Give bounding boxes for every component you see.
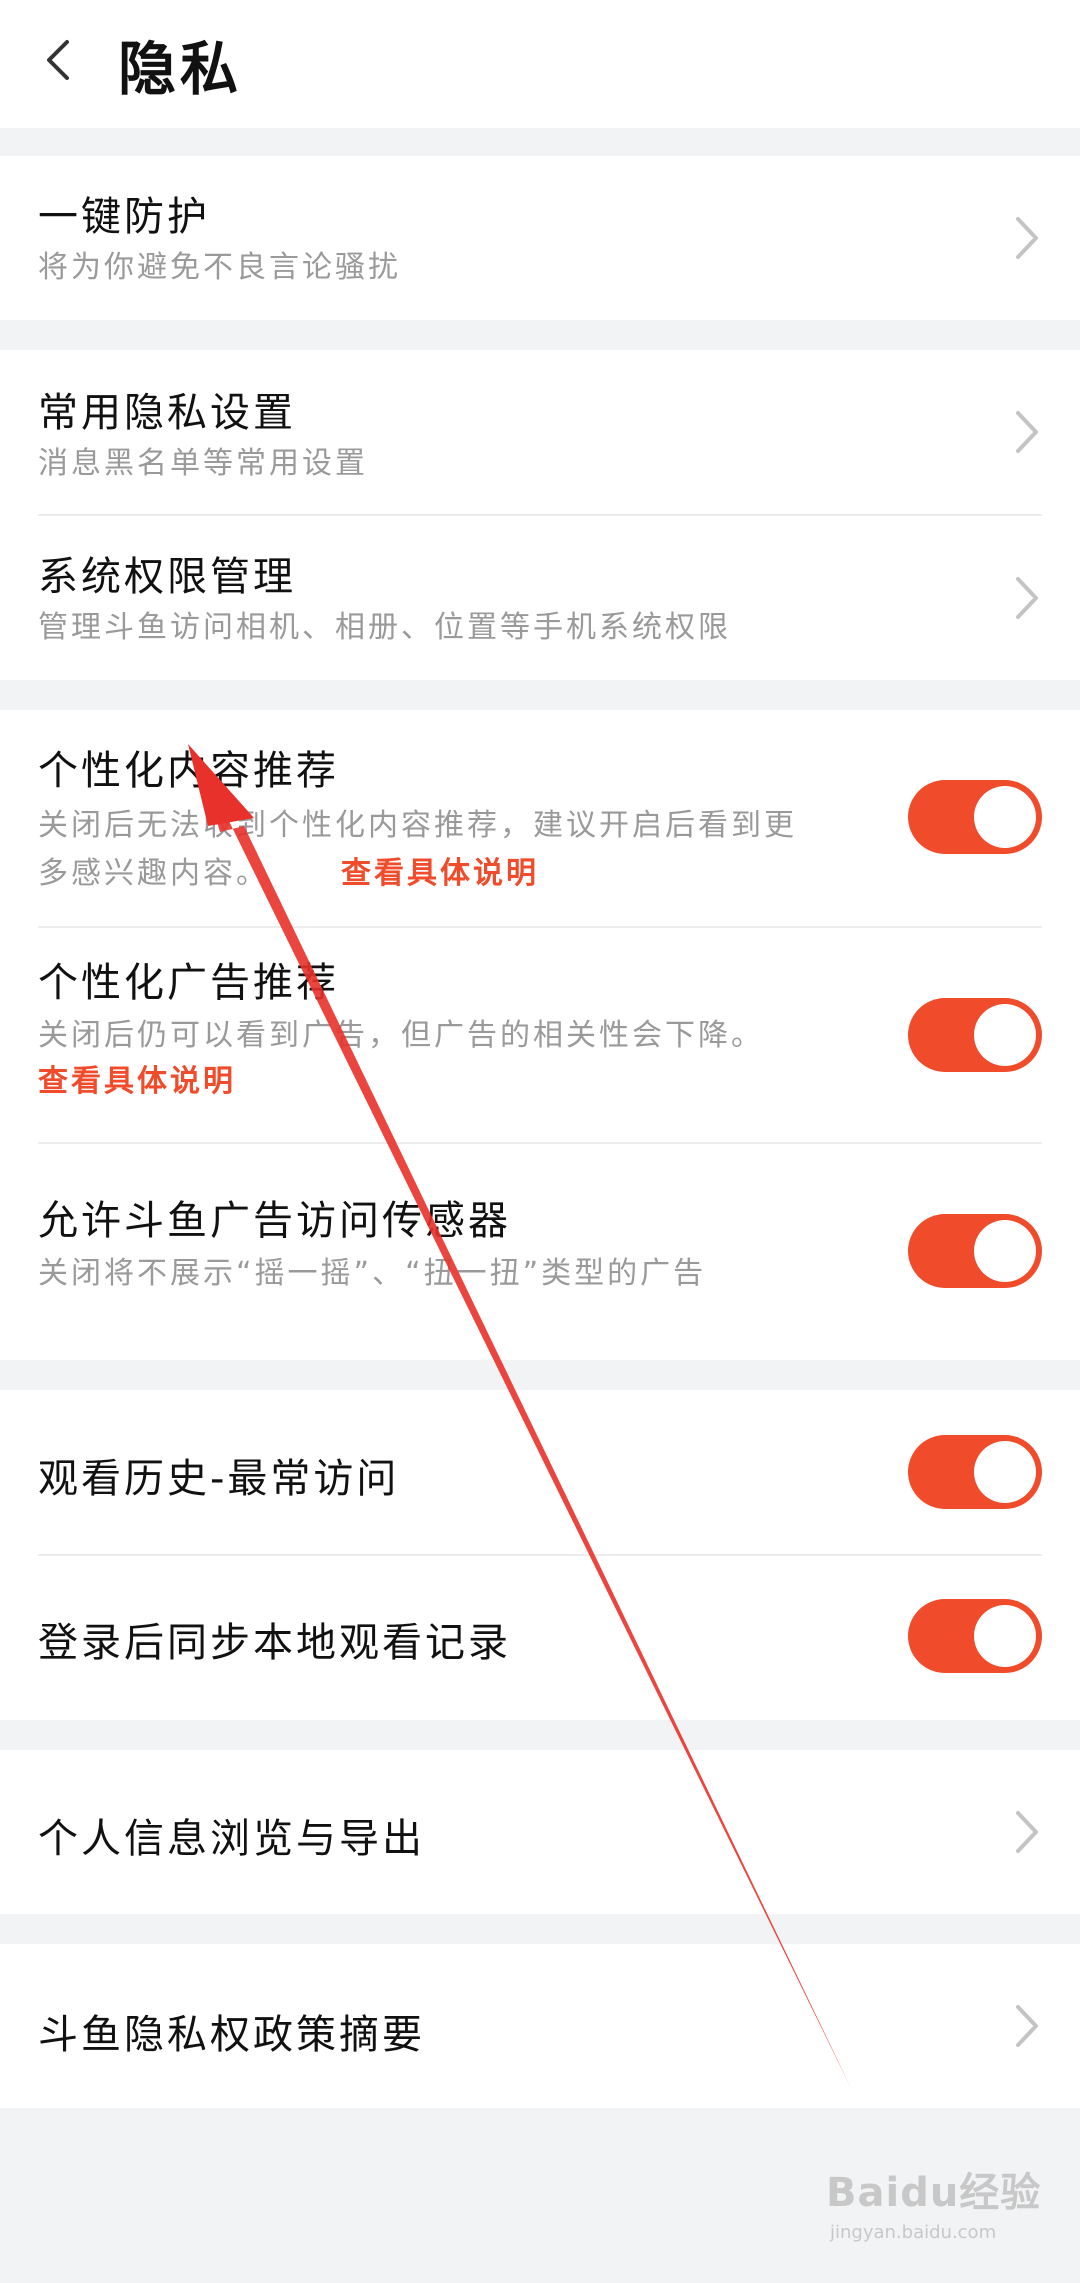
chevron-left-icon <box>47 40 69 80</box>
page-title: 隐私 <box>118 35 243 103</box>
row-title: 个性化广告推荐 <box>38 960 339 1006</box>
group-settings: 常用隐私设置 消息黑名单等常用设置 系统权限管理 管理斗鱼访问相机、相册、位置等… <box>0 350 1080 680</box>
group-history: 观看历史-最常访问 登录后同步本地观看记录 <box>0 1390 1080 1720</box>
row-subtitle: 管理斗鱼访问相机、相册、位置等手机系统权限 <box>38 610 731 645</box>
chevron-right-icon <box>1016 2005 1038 2047</box>
row-sync-history: 登录后同步本地观看记录 <box>0 1556 1080 1720</box>
row-ad-sensor: 允许斗鱼广告访问传感器 关闭将不展示“摇一摇”、“扭一扭”类型的广告 <box>0 1144 1080 1360</box>
personalized-content-toggle[interactable] <box>908 780 1042 854</box>
row-subtitle-line2: 多感兴趣内容。 查看具体说明 <box>38 850 539 898</box>
back-button[interactable] <box>36 30 80 90</box>
row-watch-history: 观看历史-最常访问 <box>0 1390 1080 1554</box>
toggle-knob <box>974 1220 1036 1282</box>
watch-history-toggle[interactable] <box>908 1435 1042 1509</box>
row-subtitle: 将为你避免不良言论骚扰 <box>38 250 401 285</box>
toggle-knob <box>974 1004 1036 1066</box>
view-details-link[interactable]: 查看具体说明 <box>341 856 539 891</box>
group-protect: 一键防护 将为你避免不良言论骚扰 <box>0 156 1080 320</box>
toggle-knob <box>974 786 1036 848</box>
row-title: 常用隐私设置 <box>38 390 296 436</box>
toggle-knob <box>974 1605 1036 1667</box>
row-title: 个人信息浏览与导出 <box>38 1816 425 1862</box>
row-title: 斗鱼隐私权政策摘要 <box>38 2012 425 2058</box>
chevron-right-icon <box>1016 577 1038 619</box>
row-personal-info-export[interactable]: 个人信息浏览与导出 <box>0 1750 1080 1914</box>
row-personalized-ads: 个性化广告推荐 关闭后仍可以看到广告，但广告的相关性会下降。 查看具体说明 <box>0 928 1080 1142</box>
row-title: 一键防护 <box>38 194 210 240</box>
view-details-link[interactable]: 查看具体说明 <box>38 1058 236 1106</box>
row-system-permissions[interactable]: 系统权限管理 管理斗鱼访问相机、相册、位置等手机系统权限 <box>0 516 1080 680</box>
top-bar: 隐私 <box>0 0 1080 128</box>
group-export: 个人信息浏览与导出 <box>0 1750 1080 1914</box>
personalized-ads-toggle[interactable] <box>908 998 1042 1072</box>
chevron-right-icon <box>1016 1811 1038 1853</box>
watermark-url: jingyan.baidu.com <box>830 2222 997 2243</box>
row-personalized-content: 个性化内容推荐 关闭后无法收到个性化内容推荐，建议开启后看到更 多感兴趣内容。 查… <box>0 710 1080 926</box>
row-title: 系统权限管理 <box>38 554 296 600</box>
row-subtitle: 关闭将不展示“摇一摇”、“扭一扭”类型的广告 <box>38 1256 707 1291</box>
row-privacy-policy[interactable]: 斗鱼隐私权政策摘要 <box>0 1944 1080 2108</box>
chevron-right-icon <box>1016 217 1038 259</box>
chevron-right-icon <box>1016 411 1038 453</box>
row-subtitle: 关闭后无法收到个性化内容推荐，建议开启后看到更 <box>38 808 797 843</box>
row-subtitle: 关闭后仍可以看到广告，但广告的相关性会下降。 <box>38 1018 764 1053</box>
sync-history-toggle[interactable] <box>908 1599 1042 1673</box>
row-title: 登录后同步本地观看记录 <box>38 1620 511 1666</box>
row-subtitle-text: 多感兴趣内容。 <box>38 856 269 891</box>
row-subtitle: 消息黑名单等常用设置 <box>38 446 368 481</box>
group-personalization: 个性化内容推荐 关闭后无法收到个性化内容推荐，建议开启后看到更 多感兴趣内容。查… <box>0 710 1080 1360</box>
row-common-privacy[interactable]: 常用隐私设置 消息黑名单等常用设置 <box>0 350 1080 514</box>
row-title: 观看历史-最常访问 <box>38 1456 400 1502</box>
toggle-knob <box>974 1441 1036 1503</box>
ad-sensor-toggle[interactable] <box>908 1214 1042 1288</box>
row-title: 允许斗鱼广告访问传感器 <box>38 1198 511 1244</box>
watermark-brand: Baidu经验 <box>826 2170 1042 2216</box>
row-title: 个性化内容推荐 <box>38 748 339 794</box>
row-protect[interactable]: 一键防护 将为你避免不良言论骚扰 <box>0 156 1080 320</box>
group-policy: 斗鱼隐私权政策摘要 <box>0 1944 1080 2108</box>
